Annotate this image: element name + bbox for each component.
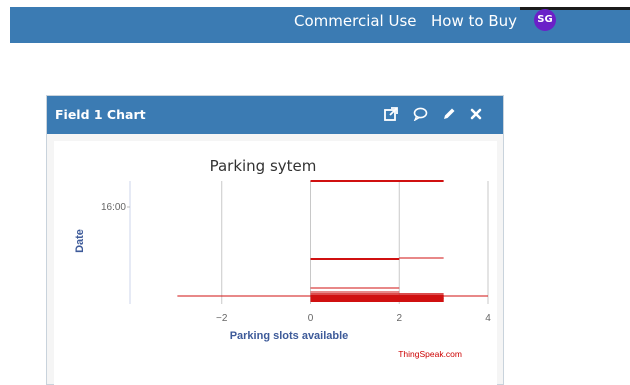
chart-area: Parking sytem −2 0 2 4 16:00 Date Parking s…: [54, 141, 497, 385]
top-nav-bar: Commercial Use How to Buy SG: [10, 7, 630, 43]
page: Commercial Use How to Buy SG Field 1 Cha…: [0, 0, 630, 385]
x-tick-label: 0: [308, 313, 314, 324]
thingspeak-credit-link[interactable]: ThingSpeak.com: [398, 349, 462, 359]
nav-how-to-buy-link[interactable]: How to Buy: [431, 12, 517, 30]
close-icon[interactable]: [468, 106, 484, 122]
chart-title: Parking sytem: [210, 157, 317, 175]
y-axis-label: Date: [74, 229, 86, 253]
x-axis-label: Parking slots available: [230, 330, 349, 342]
field-chart-card: Field 1 Chart Parking sytem −2 0 2 4 16:…: [46, 95, 504, 385]
x-tick-label: 2: [396, 313, 402, 324]
series-cluster: [310, 295, 444, 302]
x-tick-label: −2: [216, 313, 228, 324]
x-tick-label: 4: [485, 313, 491, 324]
chart-svg: Parking sytem −2 0 2 4 16:00 Date Parking s…: [74, 157, 491, 359]
nav-dark-edge: [520, 7, 630, 10]
card-title: Field 1 Chart: [55, 107, 146, 122]
card-header: Field 1 Chart: [47, 96, 503, 134]
y-tick-label: 16:00: [101, 202, 126, 213]
user-avatar[interactable]: SG: [534, 9, 556, 31]
nav-commercial-use-link[interactable]: Commercial Use: [294, 12, 417, 30]
pencil-icon[interactable]: [441, 106, 457, 122]
comment-icon[interactable]: [412, 106, 428, 122]
external-link-icon[interactable]: [383, 106, 399, 122]
